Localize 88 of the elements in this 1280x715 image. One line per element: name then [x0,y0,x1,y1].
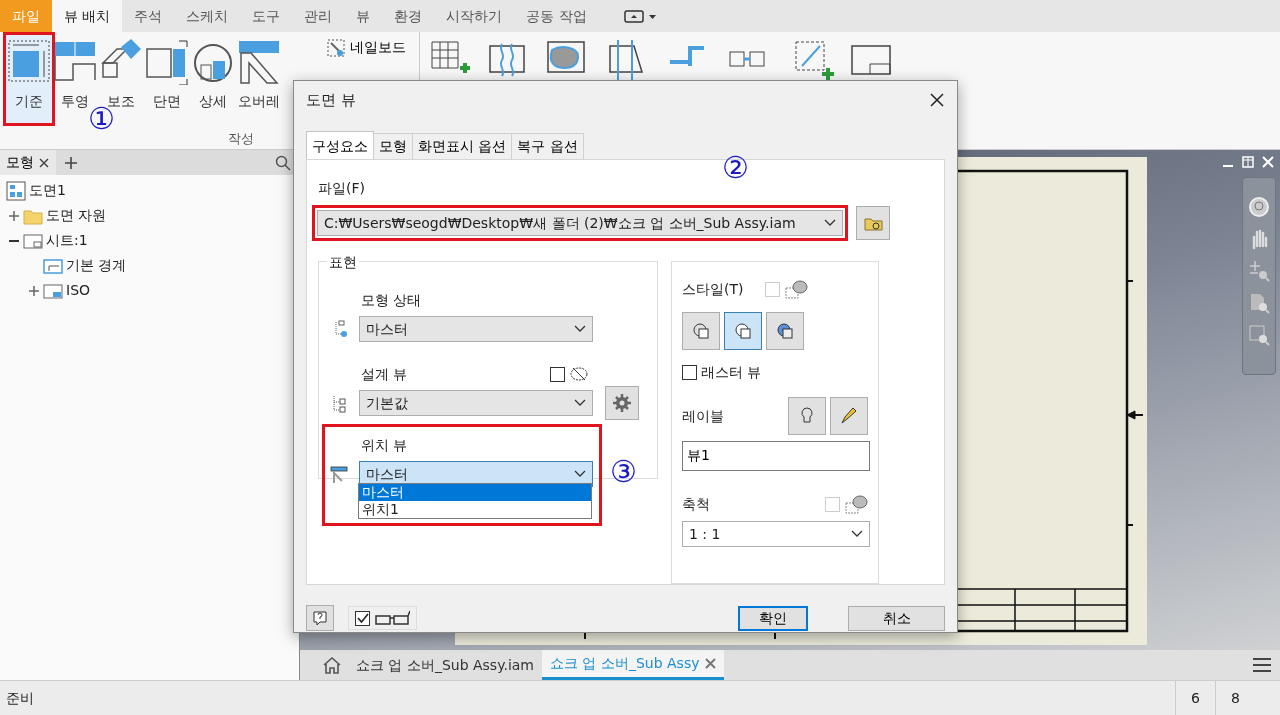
field-label: 레이블 [682,406,724,426]
expand-icon[interactable] [8,209,20,222]
dropdown-option[interactable]: 마스터 [359,484,591,501]
field-label: 스타일(T) [682,279,744,299]
chevron-down-icon [574,399,586,407]
close-icon[interactable] [929,92,945,108]
search-icon[interactable] [275,154,291,171]
section-view-icon [145,39,189,85]
field-label: 모형 상태 [361,290,422,310]
dialog-tab[interactable]: 구성요소 [306,131,374,159]
pencil-icon [839,406,859,426]
help-button[interactable] [306,605,334,631]
checkbox[interactable] [550,366,565,382]
tree-item[interactable]: 도면1 [29,180,66,201]
dialog-title: 도면 뷰 [306,89,356,111]
dialog-button[interactable]: 취소 [848,605,945,631]
view-tool-button[interactable]: 단면 [144,35,190,123]
text-field[interactable]: 뷰1 [682,441,870,471]
field-label: 축척 [682,494,710,514]
field-label: 위치 뷰 [361,435,408,455]
tree-item[interactable]: ISO [66,280,91,301]
hidden-removed-icon [734,322,752,340]
file-dropdown[interactable]: C:₩Users₩seogd₩Desktop₩새 폴더 (2)₩쇼크 업 소버_Sub Assy.iam [317,210,843,236]
nailboard-icon [326,37,346,58]
ribbon-group-label: 작성 [228,130,254,148]
drawing-icon [6,180,26,201]
ribbon-tab[interactable]: 스케치 [174,0,241,32]
position-view-icon [329,464,351,484]
zoom-all-icon[interactable] [1248,292,1270,314]
dialog-tab[interactable]: 모형 [373,133,413,159]
bulb-button[interactable] [788,397,826,435]
tree-item[interactable]: 시트:1 [46,230,88,251]
settings-button[interactable] [605,386,639,420]
tree-item[interactable]: 기본 경계 [66,255,127,276]
checkbox[interactable] [355,610,370,626]
ribbon-tab[interactable]: 도구 [240,0,293,32]
status-field: 6 [1175,680,1215,715]
zoom-window-icon[interactable] [1248,324,1270,346]
add-icon[interactable] [64,155,78,170]
panel-dropdown-icon[interactable] [622,8,657,24]
document-tab[interactable]: 쇼크 업 소버_Sub Assy.iam [348,650,542,680]
dropdown[interactable]: 기본값 [359,390,593,416]
ribbon-tab[interactable]: 공동 작업 [514,0,599,32]
callout-number: ③ [610,457,637,487]
bulb-icon [800,406,814,426]
check-icon [356,612,369,624]
ribbon-tab[interactable]: 주석 [122,0,175,32]
ribbon-tab[interactable]: 뷰 배치 [52,0,123,32]
chevron-down-icon [851,530,863,538]
chevron-down-icon [574,325,586,333]
close-icon[interactable] [38,156,50,169]
new-sheet-icon[interactable] [792,38,836,82]
browse-button[interactable] [856,206,890,240]
callout-number: ② [722,153,749,183]
preview-toggle[interactable] [348,606,417,630]
tree-item[interactable]: 도면 자원 [46,205,107,226]
status-text: 준비 [5,688,34,708]
ribbon-tab[interactable]: 뷰 [344,0,383,32]
view-tool-button[interactable]: 기준 [6,35,52,123]
status-field: 8 [1215,680,1255,715]
nailboard-button[interactable]: 네일보드 [322,35,410,60]
checkbox-label: 래스터 뷰 [701,363,762,382]
ribbon-tab[interactable]: 환경 [382,0,435,32]
ribbon-tab[interactable]: 시작하기 [434,0,515,32]
help-icon [312,610,328,626]
dropdown-option[interactable]: 위치1 [359,501,591,518]
edit-button[interactable] [830,397,868,435]
menu-icon[interactable] [1252,657,1272,673]
field-label: 파일(F) [317,179,366,198]
glasses-icon [374,610,410,626]
tile-icon[interactable] [1242,156,1254,168]
dropdown[interactable]: 마스터 [359,316,593,342]
browser-tab[interactable]: 모형 [0,150,56,175]
ribbon-tab[interactable]: 관리 [292,0,345,32]
checkbox[interactable] [682,365,697,380]
view-tool-button[interactable]: 상세 [190,35,236,123]
expand-icon[interactable] [28,284,40,297]
dialog-tab[interactable]: 복구 옵션 [511,133,584,159]
shaded-icon [776,322,794,340]
chevron-down-icon [574,470,586,478]
chevron-down-icon [824,219,836,227]
field-label: 설계 뷰 [361,364,408,384]
dialog-button[interactable]: 확인 [738,605,808,631]
overlay-view-icon [237,39,281,85]
view-tool-button[interactable]: 오버레 [236,35,282,123]
home-icon[interactable] [322,655,342,675]
settings-icon [612,393,632,413]
base-view-icon [7,39,51,85]
